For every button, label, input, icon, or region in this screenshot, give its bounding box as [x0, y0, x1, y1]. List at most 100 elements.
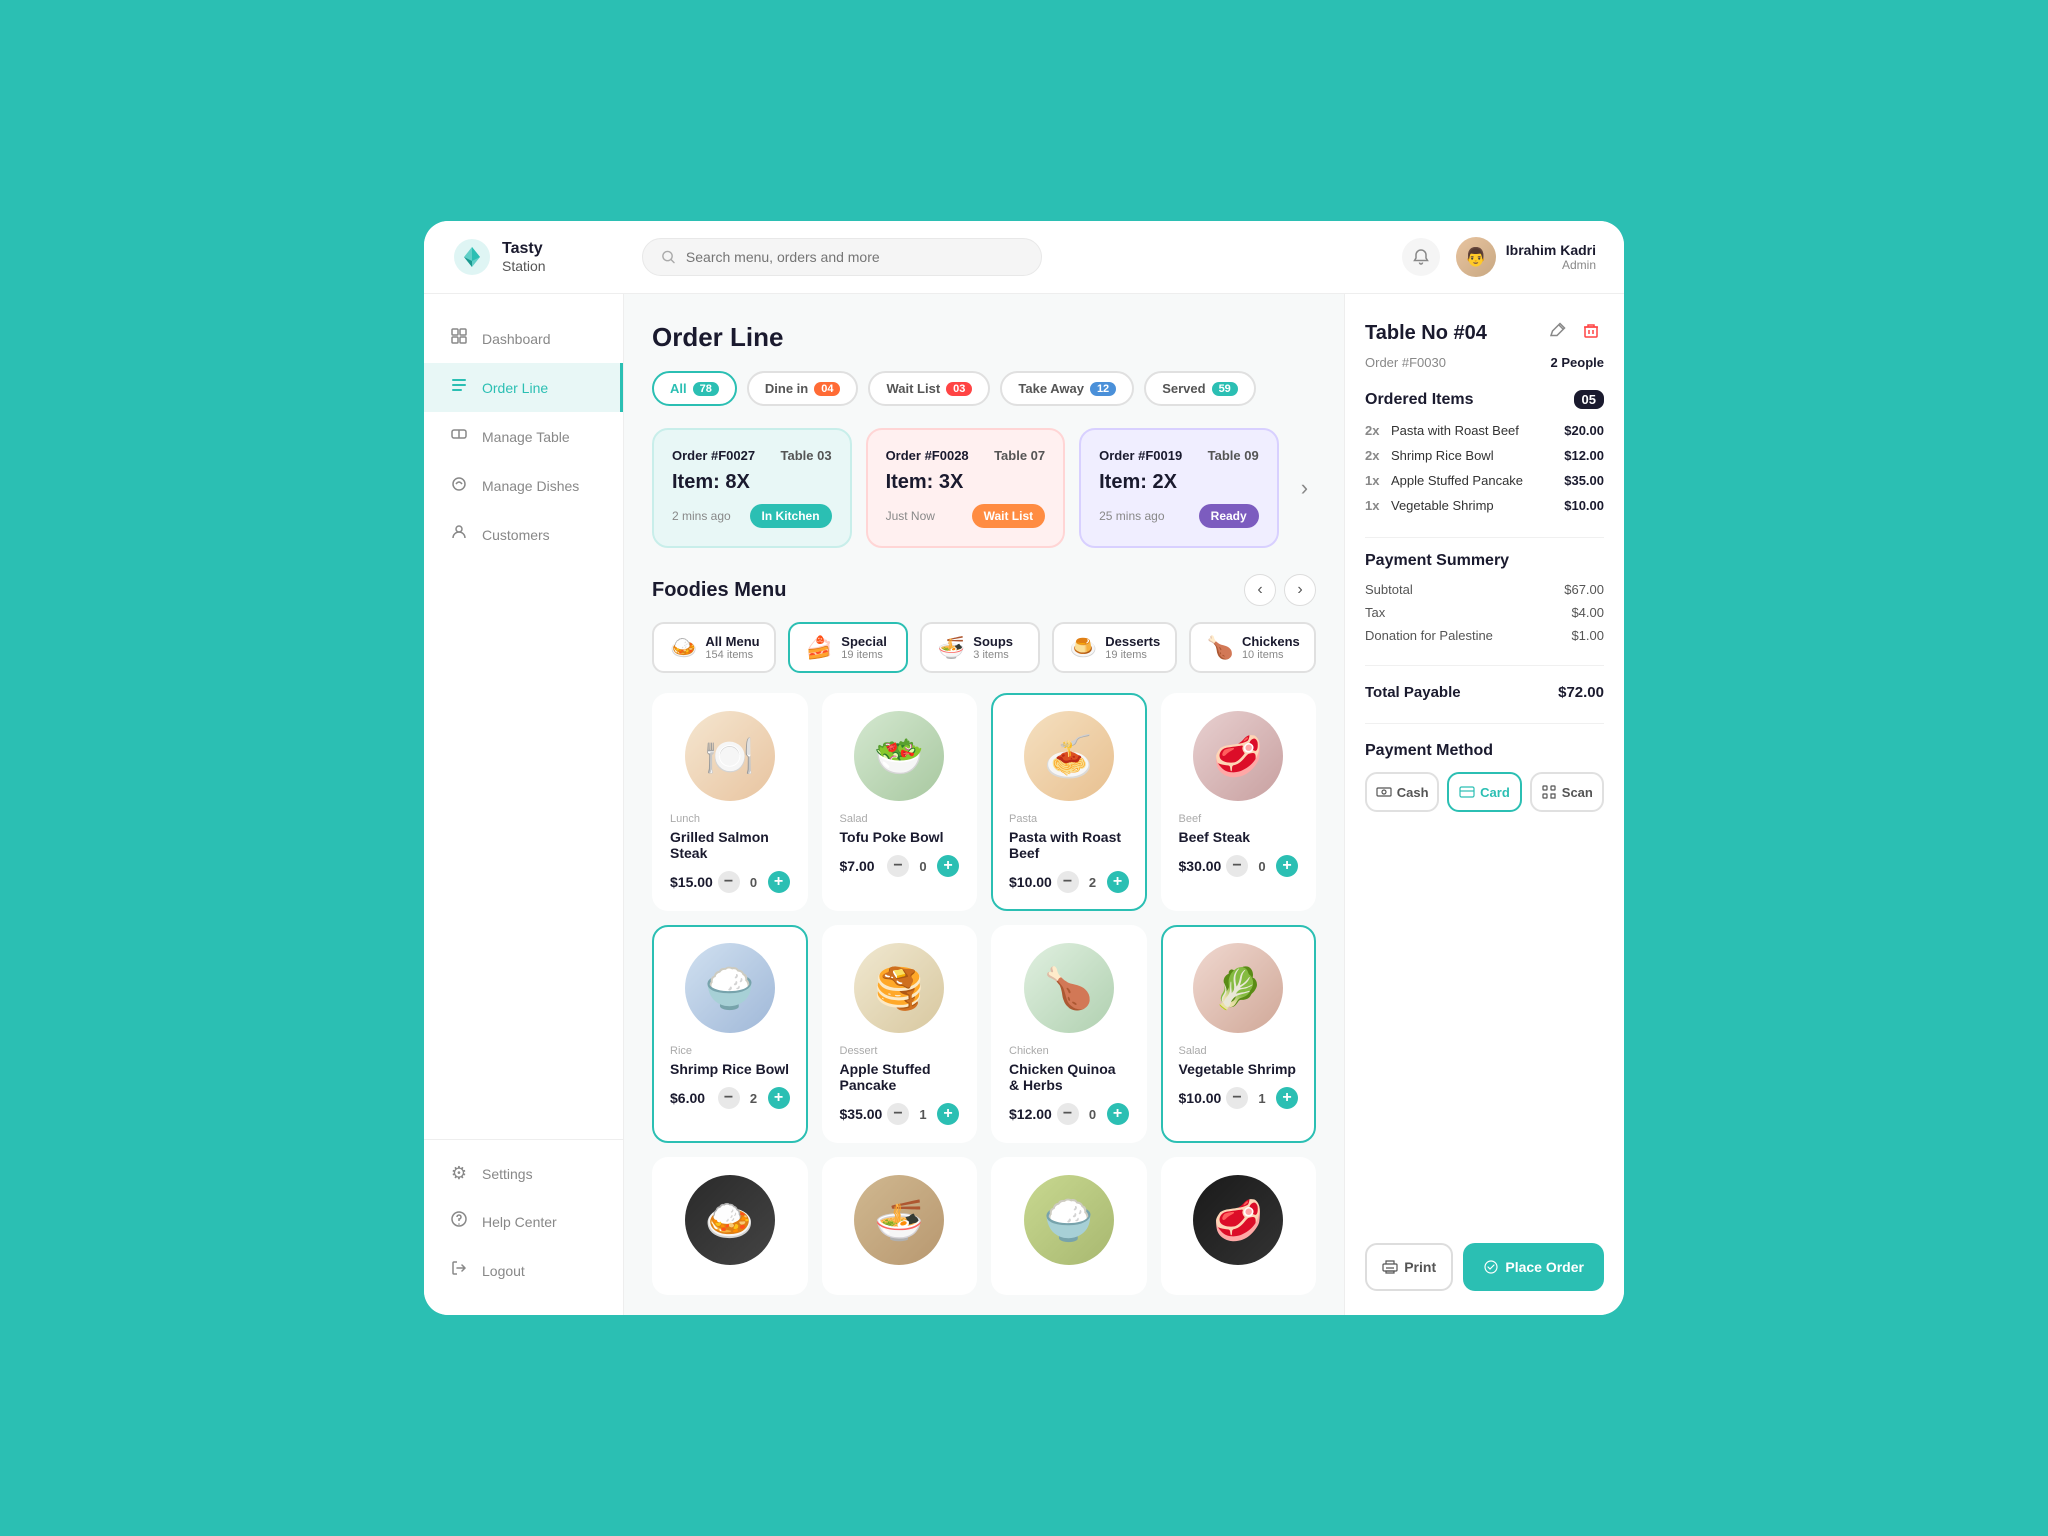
place-order-btn[interactable]: Place Order	[1463, 1243, 1604, 1291]
filter-tab-takeaway[interactable]: Take Away 12	[1000, 371, 1134, 406]
ordered-item-1-qty: 2x	[1365, 423, 1387, 438]
qty-plus-5[interactable]: +	[768, 1087, 790, 1109]
dish-card-12[interactable]: 🥩	[1161, 1157, 1317, 1295]
dish-card-11[interactable]: 🍚	[991, 1157, 1147, 1295]
order-card-2[interactable]: Order #F0028 Table 07 Item: 3X Just Now …	[866, 428, 1066, 548]
dish-card-9[interactable]: 🍛	[652, 1157, 808, 1295]
header-right: 👨 Ibrahim Kadri Admin	[1402, 237, 1596, 277]
print-btn[interactable]: Print	[1365, 1243, 1453, 1291]
menu-cat-all[interactable]: 🍛 All Menu 154 items	[652, 622, 776, 673]
search-icon	[661, 249, 676, 265]
qty-minus-7[interactable]: −	[1057, 1103, 1079, 1125]
foodies-section: Foodies Menu ‹ › 🍛 All Menu 154 items	[652, 574, 1316, 1295]
order-status-3: Ready	[1199, 504, 1259, 528]
qty-num-4: 0	[1256, 859, 1268, 874]
orders-next-btn[interactable]: ›	[1293, 428, 1316, 548]
dish-card-2[interactable]: 🥗 Salad Tofu Poke Bowl $7.00 − 0 +	[822, 693, 978, 911]
filter-tab-dinein[interactable]: Dine in 04	[747, 371, 859, 406]
page-title: Order Line	[652, 322, 1316, 353]
qty-plus-1[interactable]: +	[768, 871, 790, 893]
ordered-item-2-price: $12.00	[1564, 448, 1604, 463]
filter-tab-all[interactable]: All 78	[652, 371, 737, 406]
dish-price-2: $7.00	[840, 858, 875, 874]
pay-scan-btn[interactable]: Scan	[1530, 772, 1604, 812]
bell-icon	[1412, 248, 1430, 266]
sidebar-item-dashboard[interactable]: Dashboard	[424, 314, 623, 363]
order-card-1[interactable]: Order #F0027 Table 03 Item: 8X 2 mins ag…	[652, 428, 852, 548]
sidebar-item-managedishes[interactable]: Manage Dishes	[424, 461, 623, 510]
dish-card-7[interactable]: 🍗 Chicken Chicken Quinoa & Herbs $12.00 …	[991, 925, 1147, 1143]
sidebar-item-settings[interactable]: ⚙ Settings	[424, 1150, 623, 1197]
edit-table-btn[interactable]	[1544, 318, 1570, 349]
dish-card-4[interactable]: 🥩 Beef Beef Steak $30.00 − 0 +	[1161, 693, 1317, 911]
qty-plus-2[interactable]: +	[937, 855, 959, 877]
order-card-3[interactable]: Order #F0019 Table 09 Item: 2X 25 mins a…	[1079, 428, 1279, 548]
qty-minus-8[interactable]: −	[1226, 1087, 1248, 1109]
menu-prev-btn[interactable]: ‹	[1244, 574, 1276, 606]
qty-minus-6[interactable]: −	[887, 1103, 909, 1125]
dish-card-8[interactable]: 🥬 Salad Vegetable Shrimp $10.00 − 1 +	[1161, 925, 1317, 1143]
dish-card-10[interactable]: 🍜	[822, 1157, 978, 1295]
qty-minus-2[interactable]: −	[887, 855, 909, 877]
search-input[interactable]	[686, 249, 1023, 265]
dashboard-icon	[448, 327, 470, 350]
pay-card-btn[interactable]: Card	[1447, 772, 1521, 812]
pay-cash-btn[interactable]: Cash	[1365, 772, 1439, 812]
user-profile[interactable]: 👨 Ibrahim Kadri Admin	[1456, 237, 1596, 277]
sidebar-item-customers[interactable]: Customers	[424, 510, 623, 559]
dish-cat-4: Beef	[1179, 813, 1299, 825]
menu-cat-chickens[interactable]: 🍗 Chickens 10 items	[1189, 622, 1316, 673]
dish-cat-6: Dessert	[840, 1045, 960, 1057]
order-time-3: 25 mins ago	[1099, 509, 1164, 523]
qty-plus-7[interactable]: +	[1107, 1103, 1129, 1125]
settings-icon: ⚙	[448, 1163, 470, 1184]
logout-icon	[448, 1259, 470, 1282]
menu-cat-special[interactable]: 🍰 Special 19 items	[788, 622, 908, 673]
dish-card-1[interactable]: 🍽️ Lunch Grilled Salmon Steak $15.00 − 0…	[652, 693, 808, 911]
dish-cat-2: Salad	[840, 813, 960, 825]
qty-minus-4[interactable]: −	[1226, 855, 1248, 877]
order-items-3: Item: 2X	[1099, 471, 1259, 494]
ordered-item-4-qty: 1x	[1365, 498, 1387, 513]
dish-name-7: Chicken Quinoa & Herbs	[1009, 1061, 1129, 1093]
dish-card-5[interactable]: 🍚 Rice Shrimp Rice Bowl $6.00 − 2 +	[652, 925, 808, 1143]
user-name: Ibrahim Kadri	[1506, 242, 1596, 258]
donation-label: Donation for Palestine	[1365, 628, 1493, 643]
payment-row-total: Total Payable $72.00	[1365, 684, 1604, 701]
search-bar[interactable]	[642, 238, 1042, 276]
qty-minus-5[interactable]: −	[718, 1087, 740, 1109]
sidebar-item-help[interactable]: Help Center	[424, 1197, 623, 1246]
menu-cat-desserts[interactable]: 🍮 Desserts 19 items	[1052, 622, 1177, 673]
dish-price-5: $6.00	[670, 1090, 705, 1106]
filter-tab-served[interactable]: Served 59	[1144, 371, 1256, 406]
total-amount: $72.00	[1558, 684, 1604, 701]
sidebar-item-orderline[interactable]: Order Line	[424, 363, 623, 412]
filter-tab-waitlist[interactable]: Wait List 03	[868, 371, 990, 406]
menu-cat-chickens-name: Chickens	[1242, 634, 1300, 649]
user-role: Admin	[1506, 258, 1596, 272]
qty-plus-4[interactable]: +	[1276, 855, 1298, 877]
qty-plus-8[interactable]: +	[1276, 1087, 1298, 1109]
menu-cat-desserts-count: 19 items	[1105, 649, 1160, 661]
ordered-item-1-price: $20.00	[1564, 423, 1604, 438]
menu-next-btn[interactable]: ›	[1284, 574, 1316, 606]
dish-card-6[interactable]: 🥞 Dessert Apple Stuffed Pancake $35.00 −…	[822, 925, 978, 1143]
donation-amount: $1.00	[1571, 628, 1604, 643]
dish-card-3[interactable]: 🍝 Pasta Pasta with Roast Beef $10.00 − 2…	[991, 693, 1147, 911]
menu-cat-soups-count: 3 items	[973, 649, 1013, 661]
menu-cat-soups[interactable]: 🍜 Soups 3 items	[920, 622, 1040, 673]
dish-cat-5: Rice	[670, 1045, 790, 1057]
delete-table-btn[interactable]	[1578, 318, 1604, 349]
sidebar-item-managetable[interactable]: Manage Table	[424, 412, 623, 461]
order-table-3: Table 09	[1208, 448, 1259, 463]
dish-img-1: 🍽️	[685, 711, 775, 801]
ordered-items-header: Ordered Items 05	[1365, 390, 1604, 409]
qty-minus-1[interactable]: −	[718, 871, 740, 893]
qty-plus-6[interactable]: +	[937, 1103, 959, 1125]
notification-button[interactable]	[1402, 238, 1440, 276]
order-time-2: Just Now	[886, 509, 935, 523]
ordered-item-2-qty: 2x	[1365, 448, 1387, 463]
qty-minus-3[interactable]: −	[1057, 871, 1079, 893]
qty-plus-3[interactable]: +	[1107, 871, 1129, 893]
sidebar-item-logout[interactable]: Logout	[424, 1246, 623, 1295]
